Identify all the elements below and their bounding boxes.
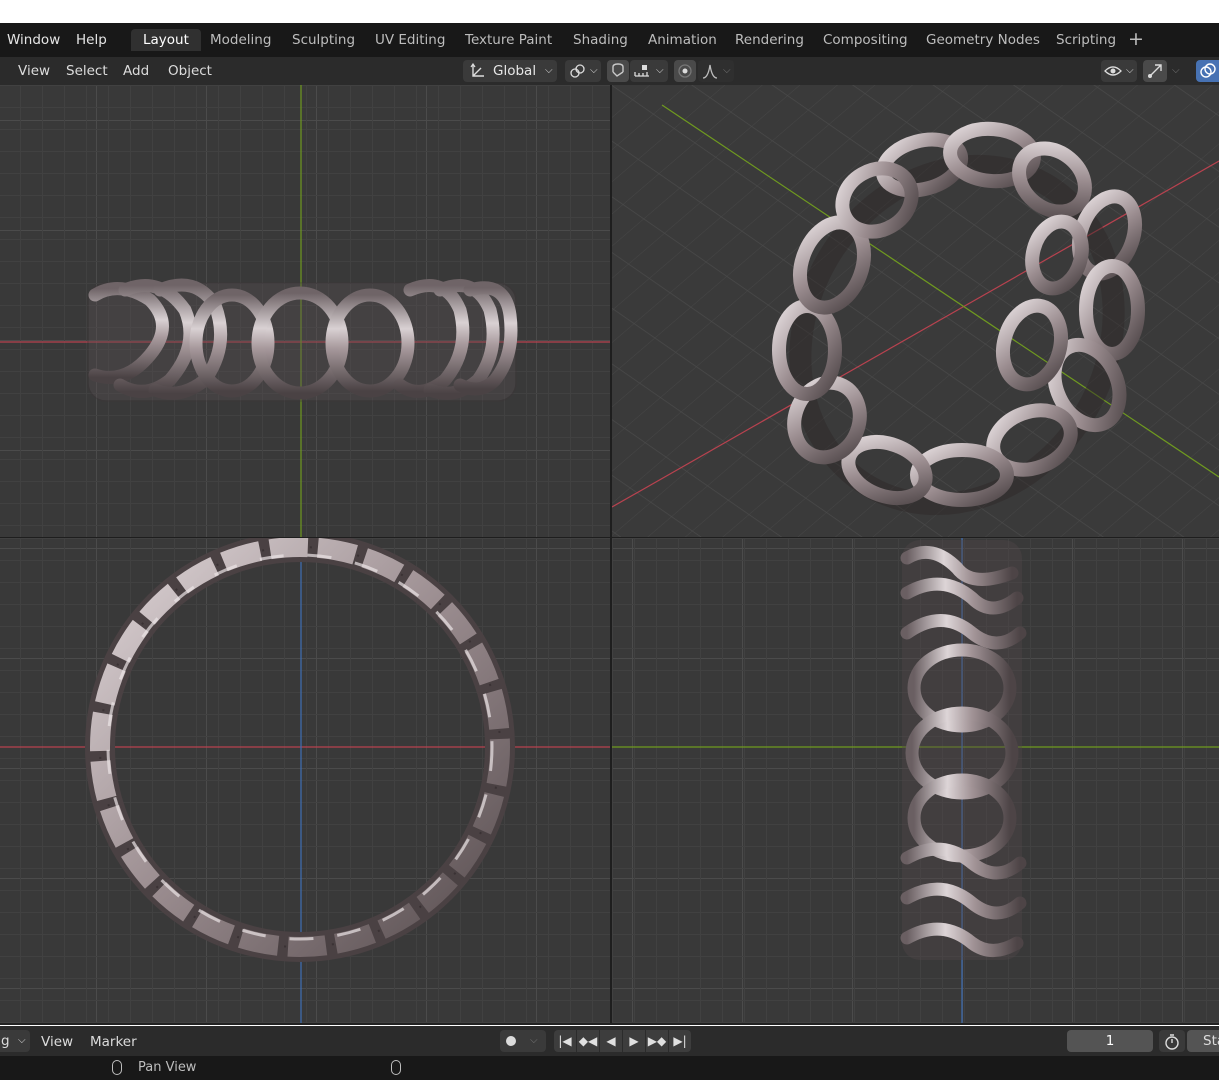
status-hint: Pan View [138,1060,197,1075]
timeline-header: g ⌵ View Marker ⌵ |◀ ◆◀ ◀ ▶ ▶◆ ▶| 1 Sta [0,1026,1219,1056]
falloff-dropdown[interactable]: ⌵ [698,60,734,82]
top-view-canvas [0,538,610,1023]
status-bar: Pan View [0,1056,1219,1080]
plus-icon[interactable]: + [1128,27,1144,51]
chevron-down-icon: ⌵ [530,1035,538,1046]
snap-target-dropdown[interactable]: ⌵ [630,60,668,82]
tab-modeling[interactable]: Modeling [210,29,271,51]
menu-window[interactable]: Window [7,30,60,50]
overlay-icon [1200,63,1216,78]
transform-orientation-label: Global [493,63,537,79]
viewport-front[interactable] [0,85,610,537]
play-reverse-button[interactable]: ◀ [600,1030,622,1052]
timeline-menu-view[interactable]: View [41,1032,73,1052]
transform-orientation-dropdown[interactable]: Global ⌵ [463,60,557,82]
next-keyframe-icon: ▶◆ [647,1034,667,1048]
chain-ring-front [87,278,518,402]
chevron-down-icon: ⌵ [545,65,553,76]
tab-texture-paint[interactable]: Texture Paint [465,29,552,51]
proportional-edit-icon [678,64,692,78]
chevron-down-icon: ⌵ [18,1035,26,1046]
pivot-point-icon [570,64,585,78]
timeline-separator [0,1023,1219,1025]
tab-rendering[interactable]: Rendering [735,29,804,51]
chevron-down-icon: ⌵ [590,65,598,76]
tab-animation[interactable]: Animation [648,29,717,51]
play-reverse-icon: ◀ [606,1034,616,1048]
play-button[interactable]: ▶ [623,1030,645,1052]
chevron-down-icon: ⌵ [1126,65,1134,76]
snap-increment-icon [634,65,649,77]
menu-view[interactable]: View [18,61,50,81]
next-keyframe-button[interactable]: ▶◆ [646,1030,668,1052]
snap-icon [612,63,624,77]
visibility-dropdown[interactable]: ⌵ [1101,60,1137,82]
jump-start-icon: |◀ [558,1034,572,1048]
start-frame-field[interactable]: Sta [1187,1030,1219,1052]
playback-mode-dropdown[interactable]: g ⌵ [0,1030,30,1052]
play-icon: ▶ [629,1034,639,1048]
mouse-right-icon [391,1060,401,1075]
preview-range-toggle[interactable] [1159,1030,1185,1052]
jump-end-icon: ▶| [673,1034,687,1048]
tab-shading[interactable]: Shading [573,29,628,51]
gizmo-icon [1148,64,1162,78]
area-divider-vertical[interactable] [610,85,612,1023]
visibility-icon [1104,66,1122,76]
jump-start-button[interactable]: |◀ [554,1030,576,1052]
record-icon [506,1036,516,1046]
overlay-toggle[interactable] [1196,60,1219,82]
chain-ring-side [900,540,1027,960]
playback-mode-label: g [1,1033,10,1049]
tab-sculpting[interactable]: Sculpting [292,29,355,51]
tab-geometry-nodes[interactable]: Geometry Nodes [926,29,1040,51]
timeline-menu-marker[interactable]: Marker [90,1032,137,1052]
tab-compositing[interactable]: Compositing [823,29,908,51]
menu-add[interactable]: Add [123,61,149,81]
transform-orientation-icon [470,63,484,77]
menu-help[interactable]: Help [76,30,107,50]
proportional-edit-toggle[interactable] [674,60,696,82]
snap-toggle[interactable] [607,60,629,82]
stopwatch-icon [1165,1034,1179,1050]
gizmo-toggle[interactable] [1143,60,1167,82]
current-frame-field[interactable]: 1 [1067,1030,1153,1052]
mouse-middle-icon [112,1060,122,1075]
tab-scripting[interactable]: Scripting [1056,29,1116,51]
chevron-down-icon: ⌵ [656,65,664,76]
chevron-down-icon[interactable]: ⌵ [1172,60,1180,82]
front-view-canvas [0,85,610,537]
viewport-top[interactable] [0,538,610,1023]
menu-select[interactable]: Select [66,61,108,81]
viewport-header: View Select Add Object Global ⌵ ⌵ ⌵ ⌵ ⌵ … [0,57,1219,85]
falloff-icon [702,64,718,79]
prev-keyframe-icon: ◆◀ [578,1034,598,1048]
menu-object[interactable]: Object [168,61,212,81]
tab-uv-editing[interactable]: UV Editing [375,29,445,51]
pivot-point-dropdown[interactable]: ⌵ [565,60,601,82]
viewport-perspective[interactable] [612,85,1219,537]
prev-keyframe-button[interactable]: ◆◀ [577,1030,599,1052]
jump-end-button[interactable]: ▶| [669,1030,691,1052]
viewport-side[interactable] [612,538,1219,1023]
chevron-down-icon: ⌵ [723,65,731,76]
start-frame-label: Sta [1203,1033,1219,1049]
top-bar: Window Help Layout Modeling Sculpting UV… [0,23,1219,57]
perspective-view-canvas [612,85,1219,537]
auto-keying-toggle[interactable]: ⌵ [500,1030,546,1052]
tab-layout[interactable]: Layout [131,29,201,51]
side-view-canvas [612,538,1219,1023]
